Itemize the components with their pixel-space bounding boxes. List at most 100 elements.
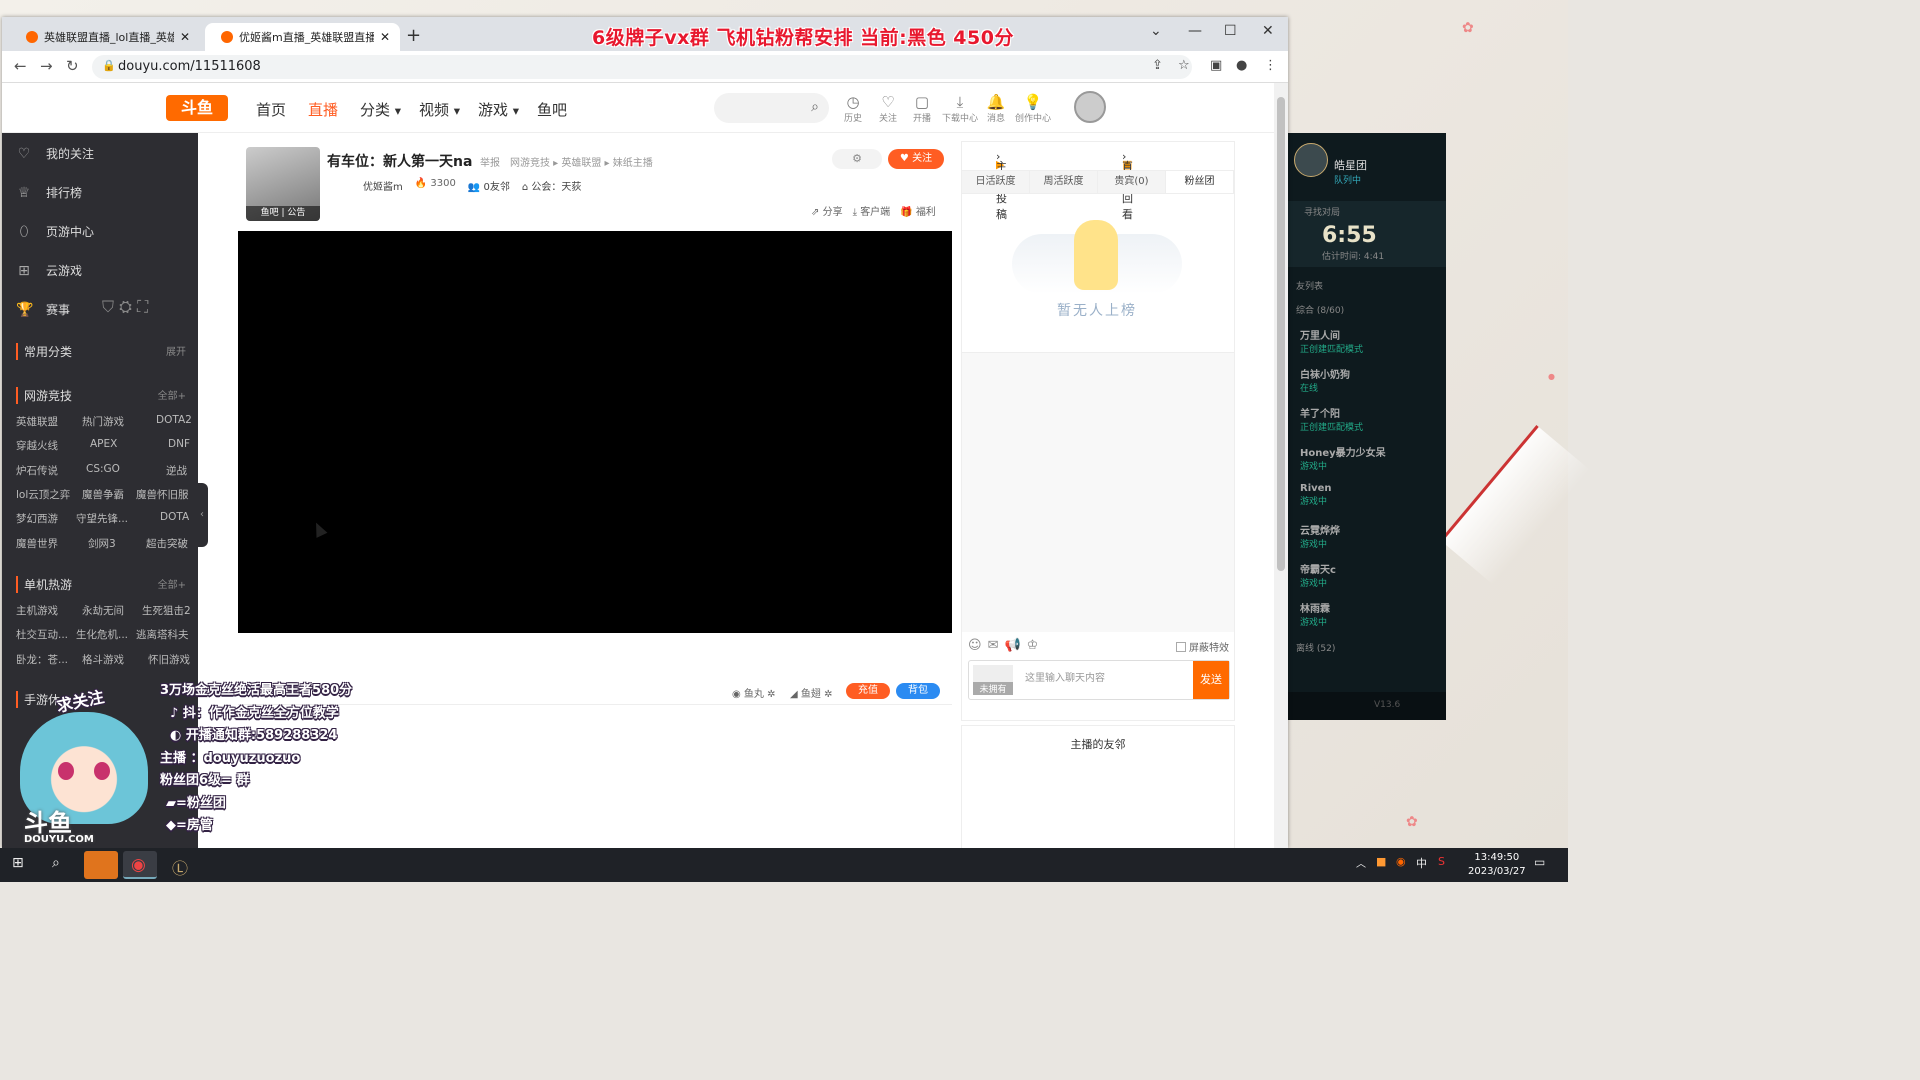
mail-icon[interactable]: ✉ [988,638,999,653]
category-link[interactable]: 守望先锋... [76,511,128,526]
all-online-games[interactable]: 全部+ [158,387,186,402]
category-link[interactable]: 魔兽世界 [16,536,58,551]
tray-app-icon[interactable]: ■ [1376,855,1386,868]
thumb-label[interactable]: 鱼吧 | 公告 [246,206,320,221]
shield-effects-toggle[interactable]: 屏蔽特效 [1176,639,1229,654]
ime-indicator[interactable]: 中 [1416,855,1427,871]
history-button[interactable]: ◷ 历史 [836,93,870,124]
category-link[interactable]: lol云顶之弈 [16,487,70,502]
page-scrollbar[interactable] [1274,83,1288,848]
event-logo-icon[interactable]: ⛉ ⛭ ⛶ [102,297,148,317]
minimize-icon[interactable]: — [1188,23,1202,39]
category-link[interactable]: 超击突破 [146,536,188,551]
badge-icon[interactable]: ♔ [1027,638,1039,653]
client-button[interactable]: ⤓ 客户端 [853,203,891,218]
category-link[interactable]: 逆战 [166,463,187,478]
user-avatar[interactable] [1074,91,1106,123]
douyu-logo[interactable]: 斗鱼 [166,95,228,121]
emoji-icon[interactable]: ☺ [968,638,982,653]
category-link[interactable]: 魔兽怀旧服 [136,487,189,502]
friend-item[interactable]: 林雨霖 游戏中 [1300,600,1330,628]
share-icon[interactable]: ⇪ [1152,58,1163,73]
sidebar-collapse-button[interactable]: ‹ [196,483,208,547]
category-link[interactable]: 格斗游戏 [82,652,124,667]
category-link[interactable]: 热门游戏 [82,414,124,429]
follow-streamer-button[interactable]: ♥ 关注 [888,149,944,169]
replay-link[interactable]: ▣ 直播回看 › [1122,150,1133,221]
sogou-icon[interactable]: S [1438,855,1445,868]
lock-icon[interactable]: 🔒 [102,59,116,72]
windows-start-icon[interactable]: ⊞ [12,855,24,871]
welfare-button[interactable]: 🎁 福利 [900,203,936,218]
recharge-button[interactable]: 充值 [846,683,890,699]
category-link[interactable]: 穿越火线 [16,438,58,453]
expand-common[interactable]: 展开 [166,343,186,358]
megaphone-icon[interactable]: 📢 [1004,638,1020,653]
tray-app-icon[interactable]: ◉ [1396,855,1406,868]
search-icon[interactable]: ⌕ [811,99,819,115]
category-link[interactable]: 生化危机... [76,627,128,642]
share-button[interactable]: ⇗ 分享 [811,203,843,218]
messages-button[interactable]: 🔔 消息 [979,93,1013,124]
sidebar-item-webgames[interactable]: ⬯ 页游中心 [16,223,94,240]
follow-button[interactable]: ♡ 关注 [871,93,905,124]
taskbar-app-league[interactable]: Ⓛ [162,851,196,879]
category-link[interactable]: 怀旧游戏 [148,652,190,667]
sidebar-item-ranking[interactable]: ♕ 排行榜 [16,184,82,201]
fish-fin-item[interactable]: ◢ 鱼翅 ✲ [790,685,832,700]
new-tab-icon[interactable]: + [406,25,421,46]
menu-icon[interactable]: ⋮ [1264,58,1277,73]
friend-item[interactable]: Honey暴力少女呆 游戏中 [1300,444,1386,472]
start-stream-button[interactable]: ▢ 开播 [905,93,939,124]
video-player[interactable] [238,231,952,633]
tab-weekly-activity[interactable]: 周活跃度 [1030,171,1098,193]
tab-daily-activity[interactable]: 日活跃度 [962,171,1030,193]
category-link[interactable]: CS:GO [86,463,120,475]
category-link[interactable]: 英雄联盟 [16,414,58,429]
browser-tab-active[interactable]: 优姬酱m直播_英雄联盟直播_斗鱼 ✕ [205,23,400,51]
friends-group-label[interactable]: 综合 (8/60) [1296,303,1344,316]
close-window-icon[interactable]: ✕ [1262,23,1274,39]
browser-tab[interactable]: 英雄联盟直播_lol直播_英雄联盟 ✕ [10,23,200,51]
category-link[interactable]: DNF [168,438,190,450]
address-bar[interactable]: 🔒 douyu.com/11511608 [92,55,1192,79]
category-link[interactable]: 剑网3 [88,536,116,551]
tab-fan-club[interactable]: 粉丝团 [1166,171,1234,193]
chat-input[interactable]: 未拥有 这里输入聊天内容 发送 [968,660,1230,700]
chat-messages[interactable] [962,352,1234,632]
report-link[interactable]: 举报 [480,154,500,169]
tab-vip[interactable]: 贵宾(0) [1098,171,1166,193]
nav-live[interactable]: 直播 [308,99,338,120]
nav-games[interactable]: 游戏 ▾ [478,99,519,120]
matchmaking-panel[interactable]: 寻找对局 6:55 估计时间: 4:41 [1288,201,1446,267]
search-icon[interactable]: ⌕ [52,855,60,871]
scroll-thumb[interactable] [1277,97,1285,571]
tab-search-icon[interactable]: ⌄ [1150,23,1162,39]
sidebar-item-cloudgames[interactable]: ⊞ 云游戏 [16,262,82,279]
category-link[interactable]: DOTA2 [156,414,192,426]
category-link[interactable]: APEX [90,438,117,450]
streamer-posts-link[interactable]: ▶ 主播投稿 › [996,150,1007,221]
nav-video[interactable]: 视频 ▾ [419,99,460,120]
category-link[interactable]: 逃离塔科夫 [136,627,189,642]
taskbar-app-chrome[interactable]: ◉ [123,851,157,879]
game-client-window[interactable]: 皓星团 队列中 寻找对局 6:55 估计时间: 4:41 友列表 综合 (8/6… [1288,133,1446,720]
nav-home[interactable]: 首页 [256,99,286,120]
tray-chevron-icon[interactable]: ︿ [1356,855,1366,870]
fish-ball-item[interactable]: ◉ 鱼丸 ✲ [732,685,776,700]
category-link[interactable]: 炉石传说 [16,463,58,478]
forward-icon[interactable]: → [40,57,53,75]
nav-fishbar[interactable]: 鱼吧 [537,99,567,120]
system-clock[interactable]: 13:49:50 2023/03/27 [1468,851,1526,879]
category-link[interactable]: 卧龙：苍... [16,652,68,667]
friend-item[interactable]: 帝霸天c 游戏中 [1300,561,1336,589]
checkbox[interactable] [1176,641,1186,652]
send-button[interactable]: 发送 [1193,661,1229,699]
offline-group-label[interactable]: 离线 (52) [1296,641,1335,654]
url-text[interactable]: douyu.com/11511608 [118,59,261,74]
close-tab-icon[interactable]: ✕ [180,30,190,44]
category-link[interactable]: 生死狙击2 [142,603,191,618]
reload-icon[interactable]: ↻ [66,57,79,75]
category-link[interactable]: 梦幻西游 [16,511,58,526]
category-link[interactable]: 主机游戏 [16,603,58,618]
